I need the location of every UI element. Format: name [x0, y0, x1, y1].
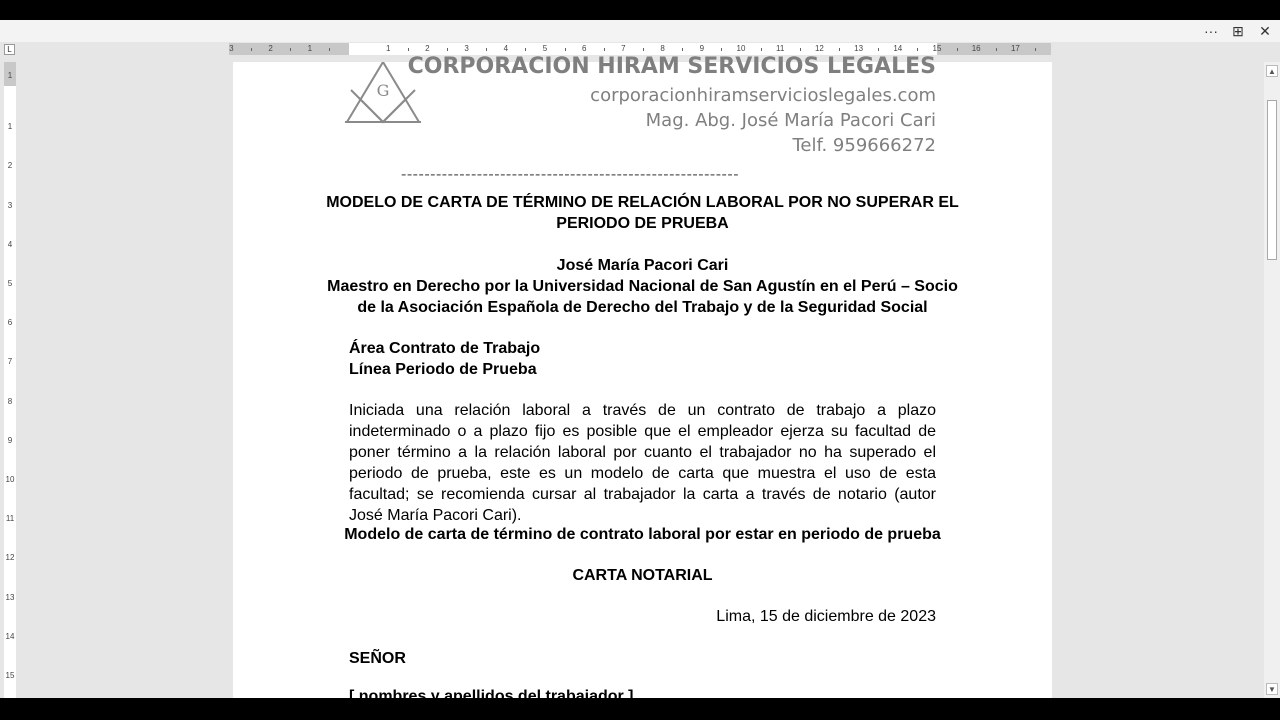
vertical-ruler[interactable]: 1 1 2 3 4 5 6 7 8 9 10 11 12 13 14 15 — [4, 62, 16, 698]
ruler-number: 1 — [7, 122, 13, 132]
ruler-number: 4 — [7, 239, 13, 249]
ruler-number: 13 — [5, 592, 15, 602]
ruler-tick — [1035, 48, 1036, 51]
window-title-strip — [0, 20, 1280, 42]
document-title-line1: MODELO DE CARTA DE TÉRMINO DE RELACIÓN L… — [326, 194, 959, 211]
ruler-number: 4 — [503, 44, 509, 53]
company-website: corporacionhiramservicioslegales.com — [590, 85, 936, 106]
ruler-tick — [917, 48, 919, 51]
document-page[interactable]: G CORPORACION HIRAM SERVICIOS LEGALES co… — [233, 54, 1052, 705]
ruler-tick — [329, 48, 331, 51]
ruler-tick — [603, 48, 605, 51]
ruler-number: 10 — [5, 475, 15, 484]
ruler-number: 9 — [699, 44, 705, 53]
ruler-number: 2 — [7, 161, 13, 171]
salutation: SEÑOR — [349, 650, 406, 667]
ruler-number: 3 — [229, 44, 234, 53]
intro-paragraph: Iniciada una relación laboral a través d… — [349, 402, 936, 524]
ruler-number: 3 — [464, 44, 469, 53]
ruler-tick — [643, 48, 644, 51]
top-black-bar — [0, 0, 1280, 20]
ruler-number: 8 — [660, 44, 665, 53]
ruler-number: 14 — [893, 44, 903, 53]
line-label: Línea Periodo de Prueba — [349, 361, 537, 378]
area-label: Área Contrato de Trabajo — [349, 340, 541, 357]
ruler-tick — [839, 48, 840, 51]
scroll-up-icon[interactable]: ▲ — [1266, 65, 1278, 77]
ruler-number: 13 — [854, 44, 864, 53]
close-icon[interactable]: ✕ — [1252, 20, 1278, 42]
ruler-tick — [407, 48, 409, 51]
ruler-number: 6 — [581, 44, 587, 53]
ruler-tick — [956, 48, 958, 51]
ruler-number: 15 — [5, 671, 15, 680]
header-separator: ----------------------------------------… — [401, 166, 740, 183]
date-line: Lima, 15 de diciembre de 2023 — [716, 608, 936, 625]
ruler-tick — [447, 48, 448, 51]
ruler-tick — [995, 48, 997, 51]
ruler-number: 12 — [814, 44, 824, 53]
bottom-black-bar — [0, 698, 1280, 720]
ruler-tick — [564, 48, 566, 51]
ruler-number: 11 — [5, 514, 15, 524]
ruler-tick — [486, 48, 488, 51]
ruler-number: 17 — [1010, 44, 1020, 53]
ruler-tick — [525, 48, 527, 51]
logo-letter: G — [377, 81, 390, 100]
ruler-number: 16 — [971, 44, 981, 53]
tab-selector-button[interactable]: L — [4, 44, 15, 55]
ruler-number: 5 — [542, 44, 548, 53]
author-credentials-line2: de la Asociación Española de Derecho del… — [357, 299, 928, 316]
scrollbar-thumb[interactable] — [1267, 100, 1277, 260]
ruler-number: 1 — [307, 44, 313, 53]
scroll-down-icon[interactable]: ▼ — [1266, 683, 1278, 695]
author-name: José María Pacori Cari — [556, 257, 729, 274]
ruler-number: 14 — [5, 631, 15, 641]
ruler-tick — [721, 48, 723, 51]
letter-type: CARTA NOTARIAL — [572, 567, 713, 584]
ruler-number: 9 — [7, 435, 13, 445]
ruler-number: 5 — [7, 279, 13, 288]
ruler-number: 7 — [7, 357, 13, 367]
ruler-number: 8 — [7, 396, 13, 406]
header-author: Mag. Abg. José María Pacori Cari — [645, 110, 936, 131]
model-heading: Modelo de carta de término de contrato l… — [344, 526, 941, 543]
ruler-number: 11 — [776, 44, 785, 53]
ruler-tick — [760, 48, 762, 51]
ruler-number: 6 — [7, 318, 13, 328]
ruler-number: 7 — [621, 44, 626, 53]
ruler-tick — [682, 48, 684, 51]
company-name: CORPORACION HIRAM SERVICIOS LEGALES — [407, 54, 936, 79]
ruler-tick — [799, 48, 801, 51]
ruler-number: 10 — [736, 44, 746, 53]
ruler-number: 2 — [425, 44, 430, 53]
ruler-tick — [290, 48, 292, 51]
ruler-number: 15 — [932, 44, 942, 53]
ellipsis-icon[interactable]: ··· — [1198, 20, 1224, 42]
vertical-scrollbar[interactable]: ▲ ▼ — [1264, 62, 1280, 698]
ruler-number: 3 — [7, 200, 13, 210]
ruler-number: 12 — [5, 553, 15, 563]
layout-icon[interactable]: ⊞ — [1225, 20, 1251, 42]
document-title-line2: PERIODO DE PRUEBA — [556, 215, 729, 232]
header-phone: Telf. 959666272 — [792, 135, 936, 156]
ruler-tick — [878, 48, 880, 51]
ruler-number: 1 — [7, 71, 13, 80]
ruler-number: 1 — [385, 44, 391, 53]
ruler-tick — [251, 48, 252, 51]
author-credentials-line1: Maestro en Derecho por la Universidad Na… — [327, 278, 958, 295]
ruler-number: 2 — [268, 44, 273, 53]
